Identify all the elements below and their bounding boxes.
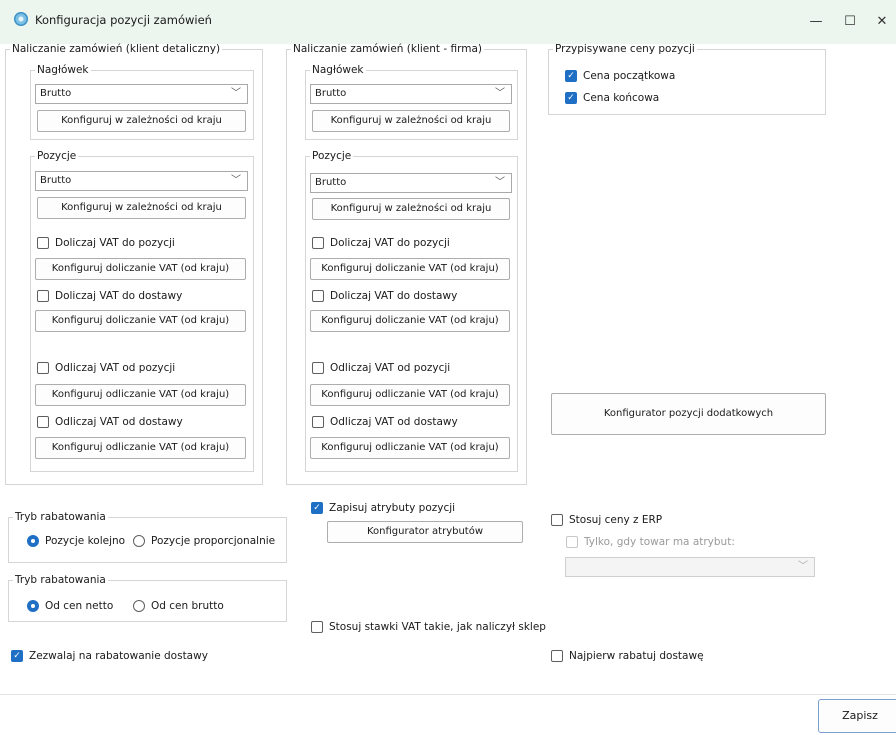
retail-positions-select-value: Brutto (40, 175, 72, 186)
positions-sequential-label: Pozycje kolejno (45, 535, 126, 547)
erp-prices-label: Stosuj ceny z ERP (569, 514, 663, 526)
retail-sub-vat-delivery-label: Odliczaj VAT od dostawy (55, 416, 183, 428)
retail-positions-legend: Pozycje (37, 150, 77, 162)
final-price-checkbox[interactable]: ✓ (565, 92, 577, 104)
company-positions-select[interactable]: Brutto ﹀ (310, 173, 512, 193)
attributes-configurator-button[interactable]: Konfigurator atrybutów (327, 521, 523, 543)
attribute-select[interactable]: ﹀ (565, 557, 815, 577)
net-prices-radio[interactable] (27, 600, 39, 612)
window-title: Konfiguracja pozycji zamówień (35, 13, 212, 27)
shop-vat-rates-label: Stosuj stawki VAT takie, jak naliczył sk… (329, 621, 546, 633)
company-sub-vat-delivery-checkbox[interactable] (312, 416, 324, 428)
only-if-attribute-label: Tylko, gdy towar ma atrybut: (584, 536, 735, 548)
initial-price-checkbox[interactable]: ✓ (565, 70, 577, 82)
gross-prices-radio[interactable] (133, 600, 145, 612)
chevron-down-icon: ﹀ (798, 561, 808, 572)
close-button[interactable]: ✕ (868, 8, 896, 36)
extra-positions-configurator-button[interactable]: Konfigurator pozycji dodatkowych (551, 393, 826, 435)
chevron-down-icon: ﹀ (231, 175, 241, 186)
positions-sequential-radio[interactable] (27, 535, 39, 547)
company-header-select[interactable]: Brutto ﹀ (310, 84, 512, 104)
retail-add-vat-delivery-button[interactable]: Konfiguruj doliczanie VAT (od kraju) (35, 310, 246, 332)
company-sub-vat-positions-checkbox[interactable] (312, 362, 324, 374)
company-sub-vat-positions-button[interactable]: Konfiguruj odliczanie VAT (od kraju) (310, 384, 510, 406)
prices-group-legend: Przypisywane ceny pozycji (555, 43, 695, 55)
retail-add-vat-delivery-checkbox[interactable] (37, 290, 49, 302)
save-button[interactable]: Zapisz (818, 699, 896, 733)
retail-header-select-value: Brutto (40, 88, 72, 99)
discount-delivery-first-checkbox[interactable] (551, 650, 563, 662)
retail-sub-vat-positions-checkbox[interactable] (37, 362, 49, 374)
chevron-down-icon: ﹀ (231, 88, 241, 99)
company-header-legend: Nagłówek (312, 64, 364, 76)
company-sub-vat-positions-label: Odliczaj VAT od pozycji (330, 362, 451, 374)
company-header-select-value: Brutto (315, 88, 347, 99)
discount-mode-group-2: Tryb rabatowania (8, 574, 287, 622)
only-if-attribute-checkbox[interactable] (566, 536, 578, 548)
final-price-label: Cena końcowa (583, 92, 660, 104)
company-add-vat-delivery-checkbox[interactable] (312, 290, 324, 302)
maximize-button[interactable]: ☐ (830, 8, 870, 36)
discount-mode-legend-1: Tryb rabatowania (15, 511, 106, 523)
initial-price-label: Cena początkowa (583, 70, 676, 82)
company-add-vat-delivery-button[interactable]: Konfiguruj doliczanie VAT (od kraju) (310, 310, 510, 332)
retail-sub-vat-delivery-button[interactable]: Konfiguruj odliczanie VAT (od kraju) (35, 437, 246, 459)
retail-add-vat-positions-checkbox[interactable] (37, 237, 49, 249)
chevron-down-icon: ﹀ (495, 177, 505, 188)
erp-prices-checkbox[interactable] (551, 514, 563, 526)
retail-sub-vat-positions-label: Odliczaj VAT od pozycji (55, 362, 176, 374)
company-add-vat-delivery-label: Doliczaj VAT do dostawy (330, 290, 458, 302)
retail-header-country-button[interactable]: Konfiguruj w zależności od kraju (37, 110, 246, 132)
net-prices-label: Od cen netto (45, 600, 114, 612)
retail-add-vat-positions-label: Doliczaj VAT do pozycji (55, 237, 175, 249)
allow-delivery-discount-checkbox[interactable]: ✓ (11, 650, 23, 662)
company-sub-vat-delivery-label: Odliczaj VAT od dostawy (330, 416, 458, 428)
positions-proportional-radio[interactable] (133, 535, 145, 547)
company-positions-legend: Pozycje (312, 150, 352, 162)
company-positions-country-button[interactable]: Konfiguruj w zależności od kraju (312, 198, 510, 220)
company-add-vat-positions-label: Doliczaj VAT do pozycji (330, 237, 450, 249)
company-add-vat-positions-checkbox[interactable] (312, 237, 324, 249)
positions-proportional-label: Pozycje proporcjonalnie (151, 535, 276, 547)
company-sub-vat-delivery-button[interactable]: Konfiguruj odliczanie VAT (od kraju) (310, 437, 510, 459)
retail-group-legend: Naliczanie zamówień (klient detaliczny) (12, 43, 221, 55)
save-attributes-checkbox[interactable]: ✓ (311, 502, 323, 514)
allow-delivery-discount-label: Zezwalaj na rabatowanie dostawy (29, 650, 208, 662)
company-add-vat-positions-button[interactable]: Konfiguruj doliczanie VAT (od kraju) (310, 258, 510, 280)
retail-add-vat-delivery-label: Doliczaj VAT do dostawy (55, 290, 183, 302)
discount-mode-legend-2: Tryb rabatowania (15, 574, 106, 586)
retail-add-vat-positions-button[interactable]: Konfiguruj doliczanie VAT (od kraju) (35, 258, 246, 280)
retail-positions-country-button[interactable]: Konfiguruj w zależności od kraju (37, 197, 246, 219)
company-group-legend: Naliczanie zamówień (klient - firma) (293, 43, 482, 55)
retail-header-legend: Nagłówek (37, 64, 89, 76)
dialog-footer (0, 694, 896, 735)
retail-positions-select[interactable]: Brutto ﹀ (35, 171, 248, 191)
gross-prices-label: Od cen brutto (151, 600, 224, 612)
retail-sub-vat-delivery-checkbox[interactable] (37, 416, 49, 428)
save-attributes-label: Zapisuj atrybuty pozycji (329, 502, 456, 514)
company-positions-select-value: Brutto (315, 177, 347, 188)
company-header-country-button[interactable]: Konfiguruj w zależności od kraju (312, 110, 510, 132)
chevron-down-icon: ﹀ (495, 88, 505, 99)
retail-header-select[interactable]: Brutto ﹀ (35, 84, 248, 104)
discount-delivery-first-label: Najpierw rabatuj dostawę (569, 650, 704, 662)
retail-sub-vat-positions-button[interactable]: Konfiguruj odliczanie VAT (od kraju) (35, 384, 246, 406)
app-icon (14, 12, 28, 26)
shop-vat-rates-checkbox[interactable] (311, 621, 323, 633)
